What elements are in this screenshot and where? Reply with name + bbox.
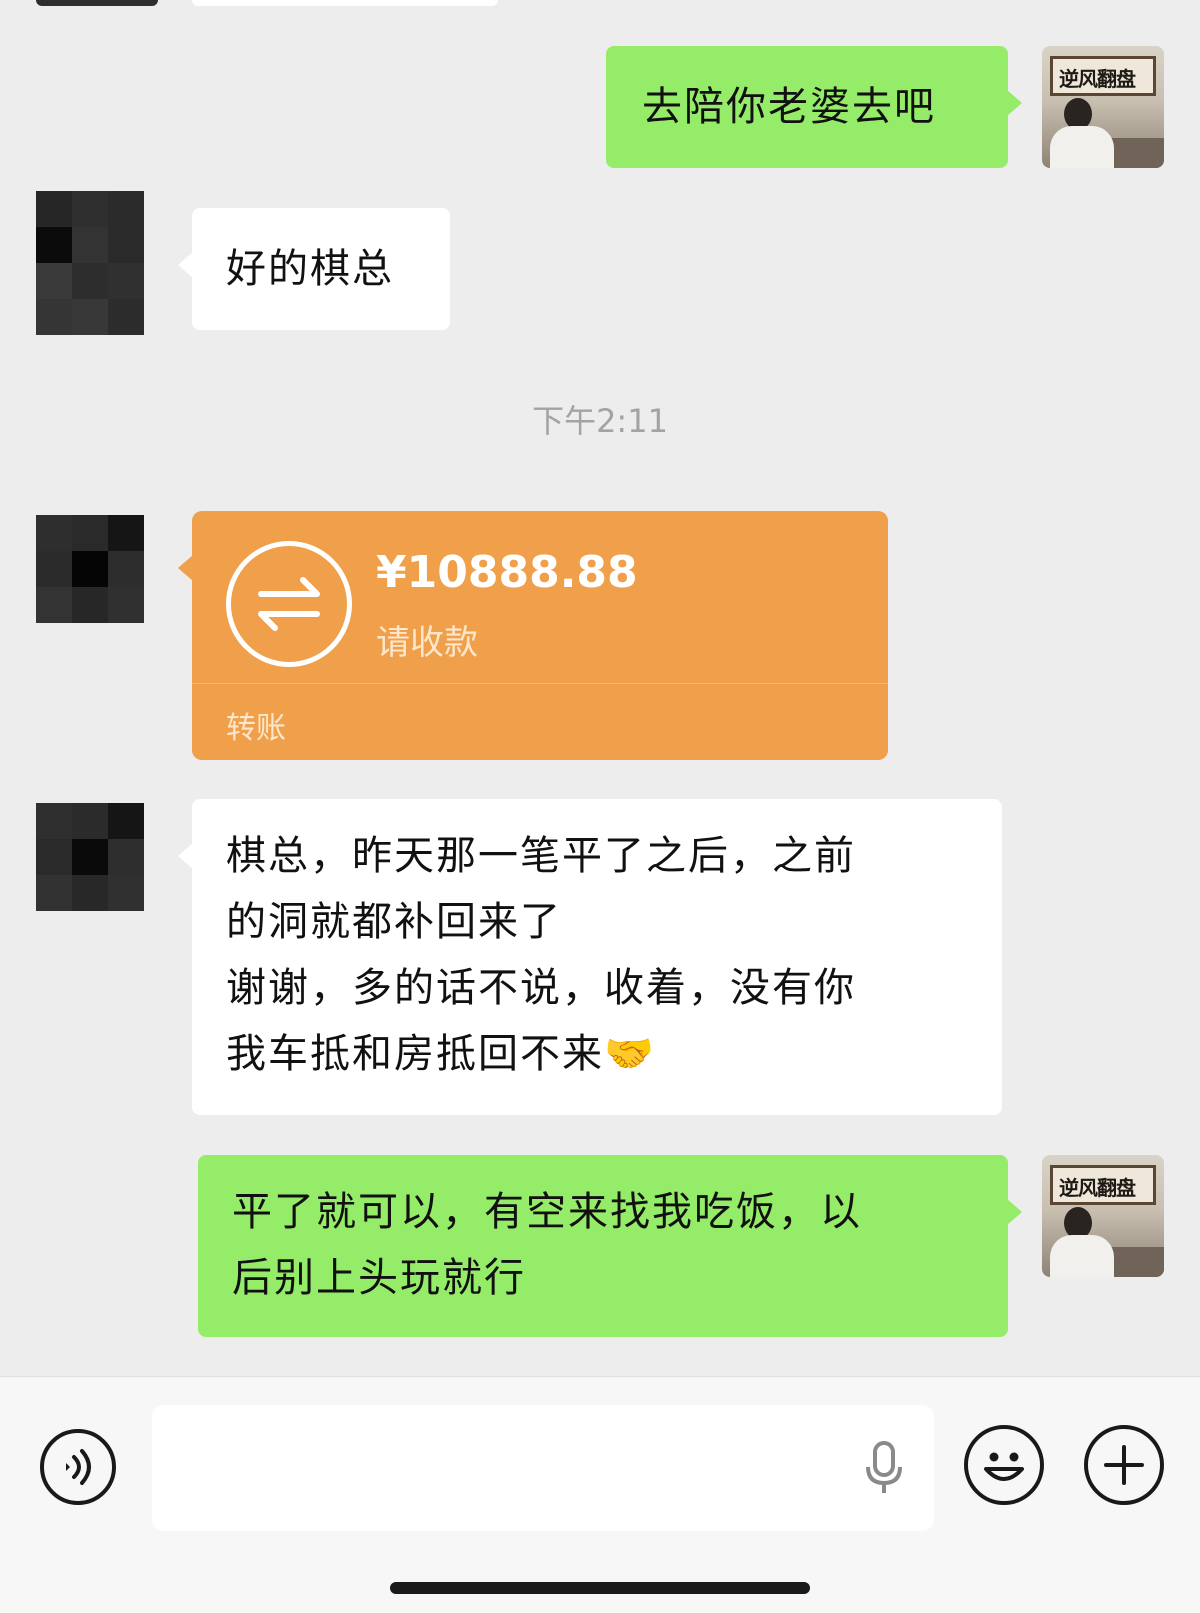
message-input[interactable]: [152, 1405, 934, 1531]
message-text: 去陪你老婆去吧: [642, 84, 936, 130]
my-avatar[interactable]: 逆风翻盘: [1042, 46, 1164, 168]
voice-mode-button[interactable]: [40, 1429, 116, 1505]
plus-icon: [1104, 1445, 1144, 1485]
more-options-button[interactable]: [1084, 1425, 1164, 1505]
input-bar: [0, 1376, 1200, 1613]
transfer-label: 转账: [226, 711, 286, 746]
avatar-calligraphy: 逆风翻盘: [1050, 56, 1156, 96]
partial-avatar: [36, 0, 158, 6]
message-bubble-sent[interactable]: 平了就可以，有空来找我吃饭，以 后别上头玩就行: [198, 1155, 1022, 1337]
voice-icon: [66, 1449, 91, 1485]
contact-avatar[interactable]: [36, 191, 144, 335]
message-line: 谢谢，多的话不说，收着，没有你: [226, 965, 856, 1011]
transfer-amount: ¥10888.88: [376, 547, 638, 598]
transfer-card[interactable]: ¥10888.88 请收款 转账: [178, 511, 888, 760]
message-bubble-sent[interactable]: 去陪你老婆去吧: [606, 46, 1022, 168]
contact-avatar[interactable]: [36, 803, 144, 911]
microphone-icon[interactable]: [862, 1439, 906, 1499]
message-bubble-received[interactable]: 好的棋总: [178, 208, 450, 330]
emoji-icon: [984, 1452, 1024, 1481]
transfer-status: 请收款: [376, 623, 478, 663]
contact-avatar[interactable]: [36, 515, 144, 623]
message-line: 平了就可以，有空来找我吃饭，以: [232, 1189, 862, 1235]
message-line: 的洞就都补回来了: [226, 899, 562, 945]
message-line: 后别上头玩就行: [232, 1255, 526, 1301]
avatar-calligraphy: 逆风翻盘: [1050, 1165, 1156, 1205]
transfer-arrows-icon: [226, 541, 352, 667]
message-timestamp: 下午2:11: [532, 402, 668, 440]
home-indicator[interactable]: [390, 1582, 810, 1594]
divider: [192, 683, 888, 684]
partial-bubble: [192, 0, 498, 6]
message-line: 棋总，昨天那一笔平了之后，之前: [226, 833, 856, 879]
chat-area[interactable]: 去陪你老婆去吧 逆风翻盘 好的棋总 下午2:11 ¥10888.88 请收款 转…: [0, 0, 1200, 1376]
my-avatar[interactable]: 逆风翻盘: [1042, 1155, 1164, 1277]
emoji-button[interactable]: [964, 1425, 1044, 1505]
message-line: 我车抵和房抵回不来🤝: [226, 1031, 656, 1077]
message-bubble-received[interactable]: 棋总，昨天那一笔平了之后，之前 的洞就都补回来了 谢谢，多的话不说，收着，没有你…: [178, 799, 1002, 1115]
message-text: 好的棋总: [226, 246, 394, 292]
